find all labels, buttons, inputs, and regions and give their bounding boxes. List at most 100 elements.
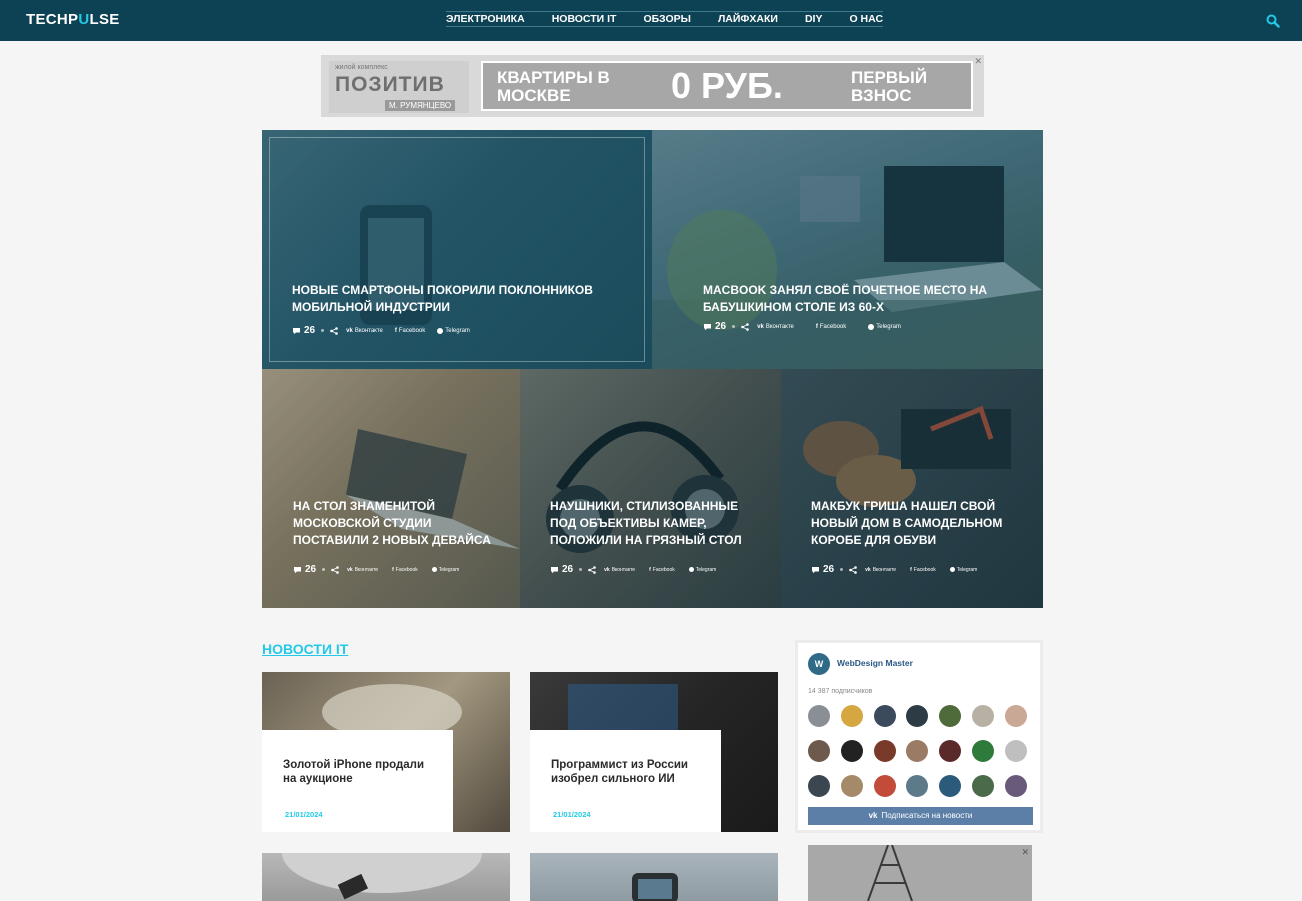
sidebar-ad[interactable]: ✕ xyxy=(808,845,1032,901)
ad-brand-name: ПОЗИТИВ xyxy=(335,73,445,96)
member-avatar[interactable] xyxy=(873,775,896,797)
member-avatar[interactable] xyxy=(840,705,863,727)
share-vk-label: Вконтакте xyxy=(611,566,636,573)
top-ad-banner[interactable]: жилой комплекс ПОЗИТИВ М. РУМЯНЦЕВО КВАР… xyxy=(321,55,984,117)
share-facebook-label: Facebook xyxy=(652,566,675,573)
comment-count: 26 xyxy=(823,564,835,575)
member-avatar[interactable] xyxy=(906,775,929,797)
member-avatar[interactable] xyxy=(840,775,863,797)
tile-title[interactable]: НА СТОЛ ЗНАМЕНИТОЙ МОСКОВСКОЙ СТУДИИ ПОС… xyxy=(293,498,503,549)
member-avatar[interactable] xyxy=(939,705,962,727)
featured-tile[interactable]: НА СТОЛ ЗНАМЕНИТОЙ МОСКОВСКОЙ СТУДИИ ПОС… xyxy=(262,369,520,608)
share-vk-link[interactable]: vk Вконтакте xyxy=(347,567,378,573)
site-logo[interactable]: TECHPULSE xyxy=(26,11,120,28)
share-facebook-label: Facebook xyxy=(398,327,426,334)
member-avatar[interactable] xyxy=(808,705,830,727)
ad-left-text: КВАРТИРЫ В МОСКВЕ xyxy=(497,68,610,105)
comment-icon xyxy=(293,327,300,334)
nav-item-reviews[interactable]: ОБЗОРЫ xyxy=(643,12,690,26)
share-facebook-link[interactable]: f Facebook xyxy=(395,328,425,334)
telegram-icon xyxy=(431,567,437,572)
nav-item-lifehacks[interactable]: ЛАЙФХАКИ xyxy=(718,12,778,26)
share-vk-label: Вконтакте xyxy=(354,327,383,334)
share-telegram-label: Telegram xyxy=(438,566,460,573)
tile-meta: 26 vk Вконтакте f Facebook Telegram xyxy=(293,564,471,575)
share-vk-link[interactable]: vk Вконтакте xyxy=(604,567,635,573)
share-facebook-link[interactable]: f Facebook xyxy=(910,567,936,573)
community-logo[interactable]: W xyxy=(808,653,830,675)
share-telegram-label: Telegram xyxy=(876,323,901,330)
tile-title[interactable]: MACBOOK ЗАНЯЛ СВОЁ ПОЧЕТНОЕ МЕСТО НА БАБ… xyxy=(703,282,1023,316)
share-facebook-link[interactable]: f Facebook xyxy=(649,567,675,573)
member-avatar[interactable] xyxy=(1004,775,1027,797)
facebook-icon: f xyxy=(815,323,818,330)
share-icon[interactable] xyxy=(741,322,749,331)
member-avatar[interactable] xyxy=(808,740,830,762)
telegram-icon xyxy=(868,323,875,330)
search-button[interactable] xyxy=(1266,14,1282,30)
member-avatar[interactable] xyxy=(906,705,929,727)
member-avatar[interactable] xyxy=(808,775,830,797)
share-telegram-link[interactable]: Telegram xyxy=(431,566,460,573)
vk-community-widget: W WebDesign Master 14 387 подписчиков vk… xyxy=(795,640,1043,833)
share-telegram-label: Telegram xyxy=(956,566,978,573)
nav-item-electronics[interactable]: ЭЛЕКТРОНИКА xyxy=(446,12,525,26)
featured-tile[interactable]: МАКБУК ГРИША НАШЕЛ СВОЙ НОВЫЙ ДОМ В САМО… xyxy=(781,369,1043,608)
featured-tile[interactable]: НОВЫЕ СМАРТФОНЫ ПОКОРИЛИ ПОКЛОННИКОВ МОБ… xyxy=(262,130,652,369)
subscribe-button-label: Подписаться на новости xyxy=(881,811,973,820)
member-avatar[interactable] xyxy=(971,740,994,762)
share-icon[interactable] xyxy=(330,326,338,335)
tile-title[interactable]: МАКБУК ГРИША НАШЕЛ СВОЙ НОВЫЙ ДОМ В САМО… xyxy=(811,498,1026,549)
ad-close-icon[interactable]: ✕ xyxy=(1021,847,1029,858)
featured-tile[interactable]: НАУШНИКИ, СТИЛИЗОВАННЫЕ ПОД ОБЪЕКТИВЫ КА… xyxy=(520,369,781,608)
share-vk-link[interactable]: vk Вконтакте xyxy=(346,328,383,334)
member-avatar[interactable] xyxy=(1004,740,1027,762)
featured-tile[interactable]: MACBOOK ЗАНЯЛ СВОЁ ПОЧЕТНОЕ МЕСТО НА БАБ… xyxy=(652,130,1043,369)
member-avatar[interactable] xyxy=(1004,705,1027,727)
news-card[interactable] xyxy=(262,853,510,901)
share-icon[interactable] xyxy=(588,565,596,574)
community-name[interactable]: WebDesign Master xyxy=(837,658,913,668)
member-avatar[interactable] xyxy=(906,740,929,762)
vk-icon: vk xyxy=(757,323,764,330)
share-icon[interactable] xyxy=(849,565,857,574)
nav-item-diy[interactable]: DIY xyxy=(805,12,823,26)
share-telegram-link[interactable]: Telegram xyxy=(437,327,470,334)
ad-close-icon[interactable]: ✕ xyxy=(974,56,982,67)
member-avatar[interactable] xyxy=(971,775,994,797)
news-card[interactable]: Золотой iPhone продали на аукционе 21/01… xyxy=(262,672,510,832)
share-icon[interactable] xyxy=(331,565,339,574)
subscribe-button[interactable]: vk Подписаться на новости xyxy=(808,807,1033,825)
share-vk-link[interactable]: vk Вконтакте xyxy=(865,567,896,573)
share-telegram-link[interactable]: Telegram xyxy=(949,566,978,573)
telegram-icon xyxy=(949,567,955,572)
share-facebook-link[interactable]: f Facebook xyxy=(392,567,418,573)
card-panel: Золотой iPhone продали на аукционе 21/01… xyxy=(262,730,453,832)
nav-item-about[interactable]: О НАС xyxy=(849,12,883,26)
tile-title[interactable]: НАУШНИКИ, СТИЛИЗОВАННЫЕ ПОД ОБЪЕКТИВЫ КА… xyxy=(550,498,760,549)
card-title[interactable]: Золотой iPhone продали на аукционе xyxy=(283,758,433,786)
member-avatar[interactable] xyxy=(971,705,994,727)
share-vk-label: Вконтакте xyxy=(354,566,379,573)
share-vk-link[interactable]: vk Вконтакте xyxy=(757,324,794,330)
card-title[interactable]: Программист из России изобрел сильного И… xyxy=(551,758,701,786)
member-avatar[interactable] xyxy=(840,740,863,762)
share-telegram-link[interactable]: Telegram xyxy=(688,567,716,573)
member-avatar[interactable] xyxy=(939,775,962,797)
ad-main-block: КВАРТИРЫ В МОСКВЕ 0 РУБ. ПЕРВЫЙ ВЗНОС xyxy=(481,61,973,111)
member-avatar[interactable] xyxy=(873,705,896,727)
share-facebook-link[interactable]: f Facebook xyxy=(816,324,846,330)
meta-dot xyxy=(322,568,326,571)
logo-text-accent: U xyxy=(78,11,90,28)
facebook-icon: f xyxy=(649,566,651,573)
member-avatar[interactable] xyxy=(873,740,896,762)
member-avatar[interactable] xyxy=(939,740,962,762)
tile-meta: 26 vk Вконтакте f Facebook Telegram xyxy=(292,325,482,336)
share-telegram-link[interactable]: Telegram xyxy=(868,323,901,330)
nav-item-it-news[interactable]: НОВОСТИ IT xyxy=(552,12,617,26)
news-card[interactable]: Программист из России изобрел сильного И… xyxy=(530,672,778,832)
tile-title[interactable]: НОВЫЕ СМАРТФОНЫ ПОКОРИЛИ ПОКЛОННИКОВ МОБ… xyxy=(292,282,612,316)
meta-dot xyxy=(321,329,325,332)
section-title-it-news[interactable]: НОВОСТИ IT xyxy=(262,641,348,657)
news-card[interactable] xyxy=(530,853,778,901)
